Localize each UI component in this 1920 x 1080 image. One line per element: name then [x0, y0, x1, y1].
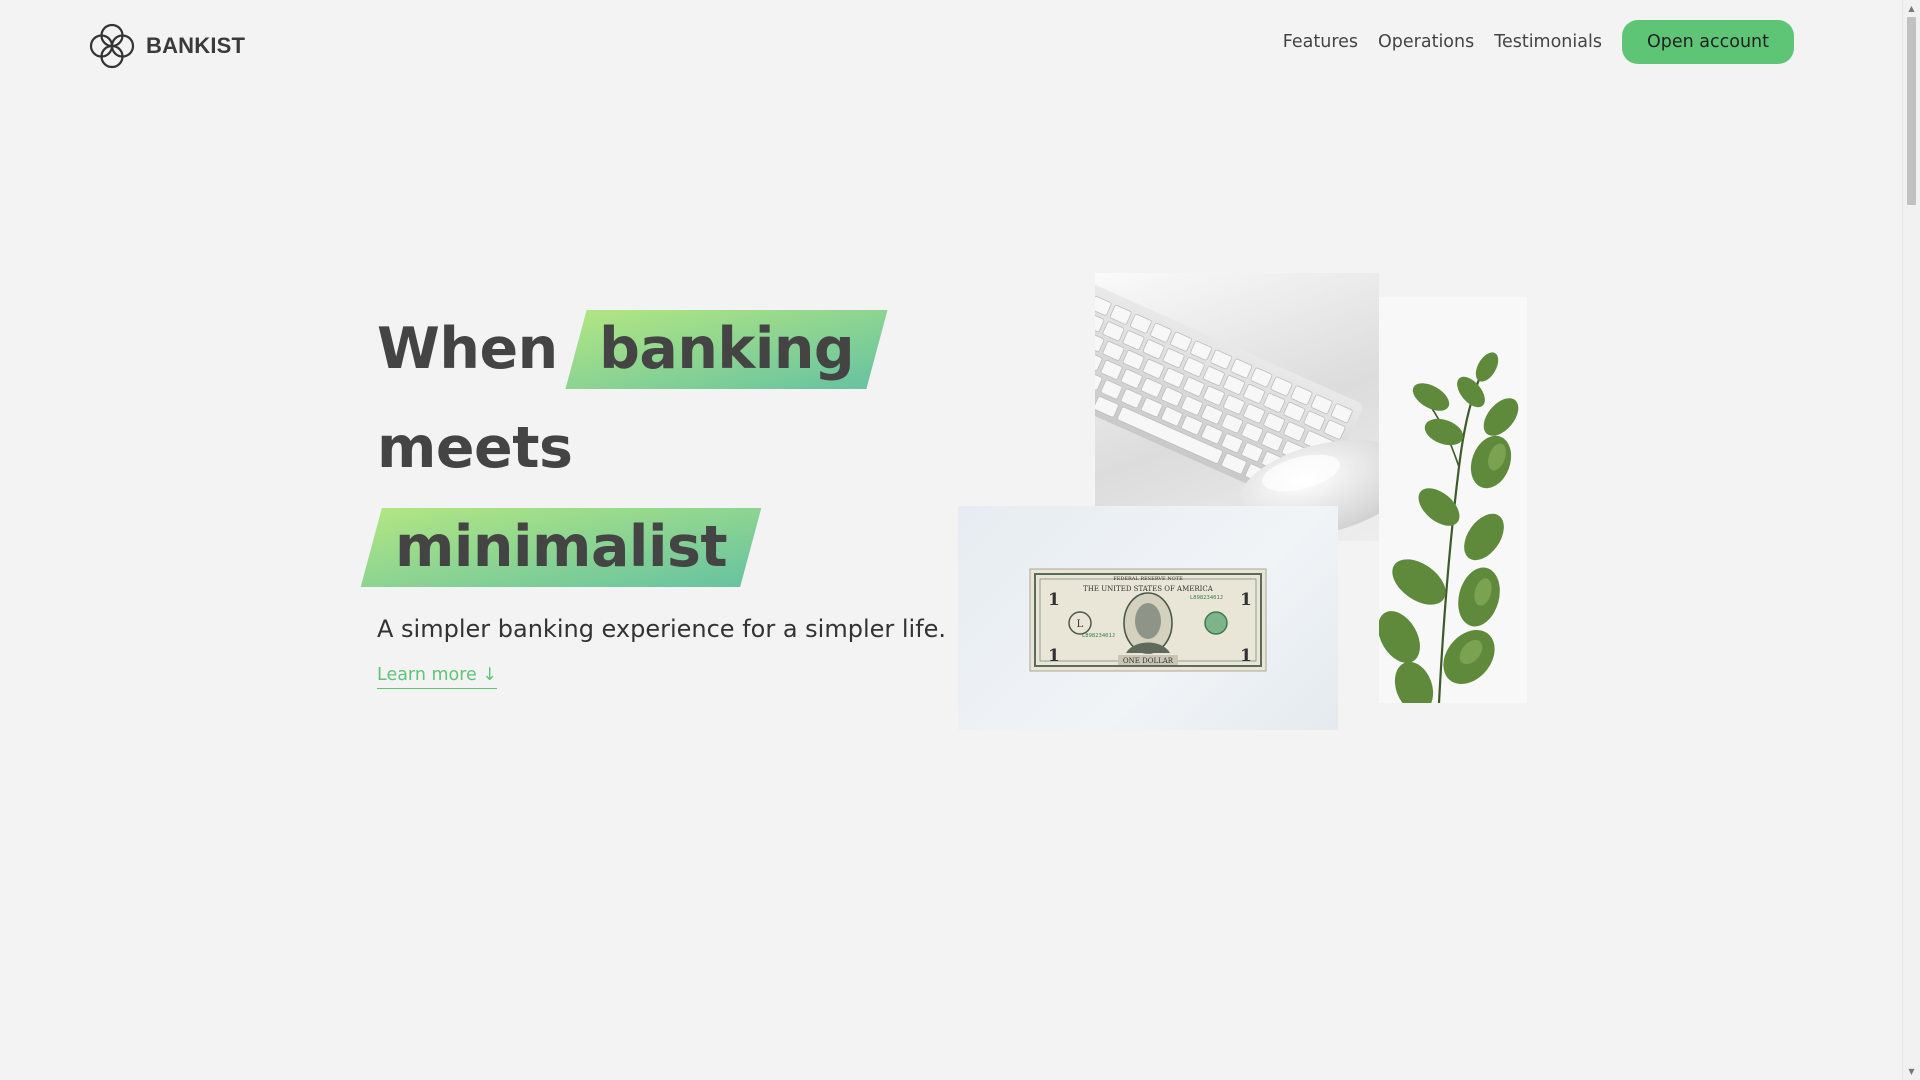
headline-highlight-minimalist: minimalist [375, 498, 747, 597]
bill-denomination-tr: 1 [1240, 590, 1252, 610]
page-scrollbar[interactable]: ▲ ▼ [1902, 0, 1920, 1080]
logo[interactable]: BANKIST [88, 22, 245, 70]
hero-subtitle: A simpler banking experience for a simpl… [377, 615, 947, 643]
bill-denomination-tl: 1 [1048, 590, 1060, 610]
learn-more-link[interactable]: Learn more ↓ [377, 665, 498, 689]
dollar-bill-image: FEDERAL RESERVE NOTE THE UNITED STATES O… [958, 506, 1338, 730]
nav-links: Features Operations Testimonials Open ac… [1283, 20, 1794, 64]
scroll-down-arrow-icon[interactable]: ▼ [1903, 1063, 1920, 1080]
scroll-up-arrow-icon[interactable]: ▲ [1903, 0, 1920, 17]
top-navigation: BANKIST Features Operations Testimonials… [0, 0, 1900, 90]
nav-link-testimonials[interactable]: Testimonials [1494, 32, 1602, 52]
nav-link-operations[interactable]: Operations [1378, 32, 1474, 52]
bankist-logo-icon [89, 23, 135, 69]
keyboard-mouse-image [1095, 273, 1379, 541]
nav-link-features[interactable]: Features [1283, 32, 1358, 52]
headline-highlight-banking: banking [579, 300, 874, 399]
hero-image-collage: FEDERAL RESERVE NOTE THE UNITED STATES O… [958, 273, 1528, 733]
scrollbar-thumb[interactable] [1907, 17, 1916, 205]
svg-text:L: L [1077, 619, 1084, 630]
bill-denomination-br: 1 [1240, 646, 1252, 666]
landing-page: BANKIST Features Operations Testimonials… [0, 0, 1920, 1080]
plant-image [1379, 297, 1527, 703]
bill-serial-left: L89823401J [1082, 633, 1115, 639]
brand-name: BANKIST [146, 33, 246, 58]
headline-word-when: When [377, 316, 558, 382]
bill-value-text: ONE DOLLAR [1123, 657, 1174, 665]
bill-serial-right: L89823401J [1190, 595, 1223, 601]
hero-section: When banking meets minimalist A simpler … [377, 300, 946, 689]
bill-denomination-bl: 1 [1048, 646, 1060, 666]
bill-country-text: THE UNITED STATES OF AMERICA [1083, 585, 1214, 593]
headline-word-meets: meets [377, 415, 573, 481]
hero-headline: When banking meets minimalist [377, 300, 946, 597]
open-account-button[interactable]: Open account [1621, 20, 1794, 64]
bill-header-text: FEDERAL RESERVE NOTE [1113, 576, 1183, 582]
